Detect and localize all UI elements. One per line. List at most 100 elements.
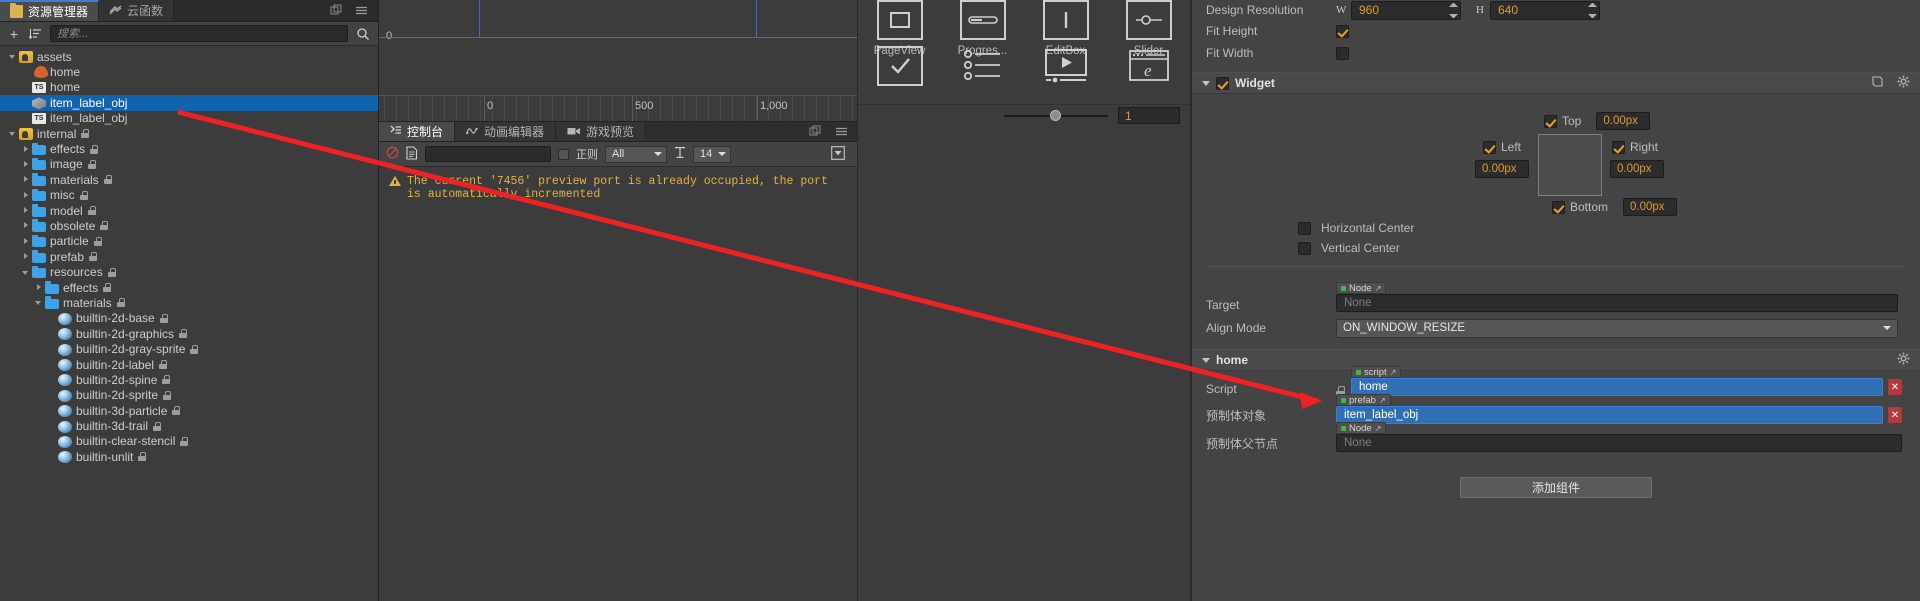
widget-align-mode-select[interactable]: ON_WINDOW_RESIZE [1336, 318, 1898, 338]
popout-icon[interactable] [330, 4, 343, 17]
chevron-down-icon[interactable] [1202, 80, 1210, 86]
design-width-input[interactable]: 960 [1351, 0, 1461, 20]
tree-item[interactable]: item_label_obj [0, 95, 378, 111]
gear-icon[interactable] [1897, 75, 1910, 91]
fit-width-checkbox[interactable] [1336, 46, 1349, 60]
widget-section-header[interactable]: Widget [1192, 72, 1920, 94]
gear-icon[interactable] [1897, 352, 1910, 368]
tree-disclosure-icon[interactable] [34, 282, 45, 293]
widget-bottom-checkbox[interactable] [1552, 200, 1565, 214]
tree-disclosure-icon[interactable] [21, 159, 32, 170]
tree-disclosure-icon[interactable] [21, 267, 32, 278]
tree-item[interactable]: builtin-3d-particle [0, 403, 378, 418]
curve-editor[interactable]: 0 0 500 1,000 [379, 0, 857, 122]
tree-item[interactable]: materials [0, 172, 378, 187]
tree-item[interactable]: particle [0, 234, 378, 249]
tree-item[interactable]: TS home [0, 80, 378, 95]
log-entry-warning[interactable]: The current '7456' preview port is alrea… [379, 175, 857, 201]
tree-item[interactable]: effects [0, 141, 378, 156]
assets-search[interactable] [50, 25, 348, 42]
tree-item[interactable]: home [0, 64, 378, 79]
zoom-slider[interactable] [1004, 109, 1108, 121]
home-component-header[interactable]: home [1192, 349, 1920, 371]
widget-left-value[interactable]: 0.00px [1475, 160, 1529, 178]
tree-disclosure-icon[interactable] [21, 251, 32, 262]
tab-console[interactable]: 控制台 [379, 122, 456, 141]
tree-item[interactable]: builtin-unlit [0, 449, 378, 464]
tree-item[interactable]: internal [0, 126, 378, 141]
palette-item-videoplayer[interactable] [1024, 46, 1107, 86]
component-field-input[interactable]: home [1351, 378, 1883, 396]
tree-item[interactable]: builtin-2d-base [0, 311, 378, 326]
tree-item[interactable]: builtin-2d-sprite [0, 388, 378, 403]
popout-icon[interactable] [809, 125, 822, 138]
widget-horizontal-center-checkbox[interactable] [1298, 221, 1311, 235]
font-size-select[interactable]: 14 [693, 145, 731, 163]
external-link-icon[interactable]: ↗ [1375, 284, 1382, 293]
hamburger-menu-icon[interactable] [355, 4, 368, 17]
zoom-slider-handle[interactable] [1050, 109, 1061, 121]
tree-disclosure-icon[interactable] [34, 297, 45, 308]
external-link-icon[interactable]: ↗ [1375, 424, 1382, 433]
add-asset-button[interactable]: + [6, 26, 22, 42]
tree-item[interactable]: prefab [0, 249, 378, 264]
tree-disclosure-icon[interactable] [21, 144, 32, 155]
tree-item[interactable]: materials [0, 295, 378, 310]
tree-item[interactable]: builtin-3d-trail [0, 418, 378, 433]
external-link-icon[interactable]: ↗ [1379, 396, 1386, 405]
chevron-down-icon[interactable] [1202, 357, 1210, 363]
regex-checkbox[interactable] [558, 148, 569, 160]
asset-tree[interactable]: assets home TS home item_label_obj TS item_lab… [0, 46, 378, 601]
widget-top-checkbox[interactable] [1544, 114, 1557, 128]
tree-item[interactable]: obsolete [0, 218, 378, 233]
tree-item[interactable]: TS item_label_obj [0, 111, 378, 126]
widget-right-value[interactable]: 0.00px [1610, 160, 1664, 178]
sort-icon[interactable] [28, 26, 44, 42]
width-stepper[interactable] [1449, 2, 1458, 18]
tree-item[interactable]: effects [0, 280, 378, 295]
widget-right-checkbox[interactable] [1612, 140, 1625, 154]
widget-left-checkbox[interactable] [1483, 140, 1496, 154]
widget-vertical-center-checkbox[interactable] [1298, 241, 1311, 255]
component-field-input[interactable]: None [1336, 434, 1902, 452]
search-input[interactable] [51, 27, 347, 40]
widget-top-value[interactable]: 0.00px [1596, 112, 1651, 130]
widget-bottom-value[interactable]: 0.00px [1623, 198, 1678, 216]
log-level-select[interactable]: All [605, 145, 667, 163]
tree-item[interactable]: assets [0, 49, 378, 64]
clear-icon[interactable] [386, 146, 399, 162]
component-field-input[interactable]: item_label_obj [1336, 406, 1883, 424]
tree-item[interactable]: builtin-clear-stencil [0, 434, 378, 449]
clear-reference-button[interactable]: ✕ [1888, 407, 1902, 423]
tree-disclosure-icon[interactable] [21, 205, 32, 216]
design-height-input[interactable]: 640 [1490, 0, 1600, 20]
timeline-ruler[interactable]: 0 500 1,000 [379, 95, 857, 121]
tree-item[interactable]: image [0, 157, 378, 172]
tree-disclosure-icon[interactable] [21, 220, 32, 231]
tab-animation-editor[interactable]: 动画编辑器 [455, 122, 557, 141]
tab-game-preview[interactable]: 游戏预览 [556, 122, 647, 141]
widget-enabled-checkbox[interactable] [1216, 76, 1229, 90]
tree-disclosure-icon[interactable] [8, 51, 19, 62]
search-icon[interactable] [354, 25, 372, 42]
fit-height-checkbox[interactable] [1336, 24, 1349, 38]
tree-item[interactable]: builtin-2d-label [0, 357, 378, 372]
zoom-value-input[interactable]: 1 [1118, 107, 1180, 124]
console-search-input[interactable] [425, 146, 551, 162]
tab-cloud-function[interactable]: 云函数 [99, 0, 175, 21]
help-doc-icon[interactable] [1871, 75, 1884, 91]
palette-item-webview[interactable]: e [1107, 46, 1190, 86]
clear-reference-button[interactable]: ✕ [1888, 379, 1902, 395]
file-icon[interactable] [406, 145, 418, 163]
tree-item[interactable]: builtin-2d-gray-sprite [0, 341, 378, 356]
tree-item[interactable]: builtin-2d-spine [0, 372, 378, 387]
tree-item[interactable]: resources [0, 264, 378, 279]
tree-item[interactable]: builtin-2d-graphics [0, 326, 378, 341]
height-stepper[interactable] [1588, 2, 1597, 18]
widget-target-input[interactable]: None [1336, 294, 1898, 312]
palette-item-toggle-group[interactable] [941, 46, 1024, 86]
tree-item[interactable]: model [0, 203, 378, 218]
palette-item-toggle[interactable] [858, 46, 941, 86]
console-log-list[interactable]: The current '7456' preview port is alrea… [379, 167, 857, 601]
hamburger-menu-icon[interactable] [835, 125, 848, 138]
